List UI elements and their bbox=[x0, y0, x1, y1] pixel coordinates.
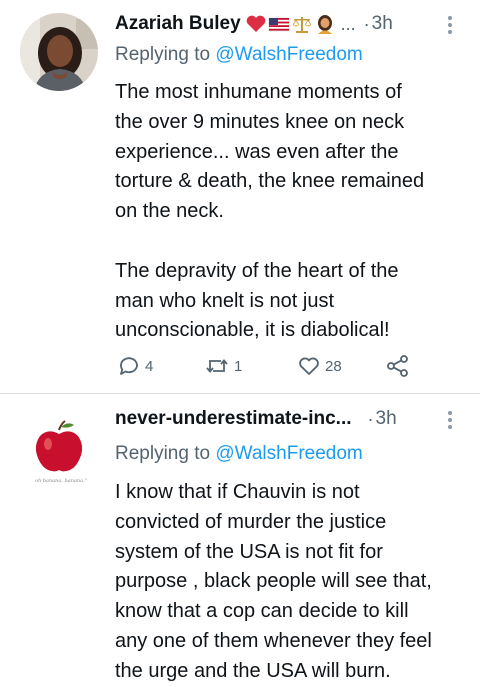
tweet-header: Azariah Buley ... · 3h bbox=[115, 10, 466, 38]
replying-to: Replying to @WalshFreedom bbox=[115, 443, 363, 465]
heart-icon bbox=[299, 357, 319, 375]
tweet-text: The most inhumane moments of the over 9 … bbox=[115, 81, 425, 342]
tweet-text: I know that if Chauvin is not convicted … bbox=[115, 481, 432, 682]
replying-to-handle[interactable]: @WalshFreedom bbox=[215, 443, 362, 464]
separator-dot: · bbox=[367, 408, 374, 429]
author-avatar[interactable] bbox=[20, 13, 98, 91]
timestamp[interactable]: 3h bbox=[372, 13, 393, 35]
reply-button[interactable]: 4 bbox=[117, 351, 153, 381]
timestamp[interactable]: 3h bbox=[376, 408, 397, 430]
replying-to: Replying to @WalshFreedom bbox=[115, 44, 363, 66]
heart-emoji-icon bbox=[246, 15, 265, 32]
reply-icon bbox=[120, 357, 138, 375]
share-icon bbox=[387, 355, 408, 377]
separator-dot: · bbox=[363, 13, 370, 34]
name-emojis bbox=[245, 14, 336, 34]
replying-to-label: Replying to bbox=[115, 443, 216, 464]
author-name[interactable]: never-underestimate-inc... bbox=[115, 408, 352, 430]
author-name[interactable]: Azariah Buley bbox=[115, 13, 241, 35]
more-options-icon[interactable] bbox=[440, 407, 460, 433]
avatar-caption: oh banana, banana," bbox=[34, 478, 88, 484]
retweet-button[interactable]: 1 bbox=[204, 351, 242, 381]
like-button[interactable]: 28 bbox=[297, 351, 342, 381]
tweet-actions: 4 1 28 bbox=[117, 351, 447, 381]
balance-scale-icon bbox=[292, 17, 311, 33]
more-options-icon[interactable] bbox=[440, 12, 460, 38]
replying-to-label: Replying to bbox=[115, 44, 216, 65]
tweet-1[interactable]: Azariah Buley ... · 3h Replying to @Wals… bbox=[0, 0, 480, 393]
reply-count: 4 bbox=[145, 357, 154, 375]
name-ellipsis: ... bbox=[340, 13, 356, 34]
retweet-count: 1 bbox=[234, 357, 243, 375]
tweet-2[interactable]: oh banana, banana," never-underestimate-… bbox=[0, 394, 480, 682]
woman-icon bbox=[317, 15, 332, 34]
us-flag-icon bbox=[268, 17, 289, 32]
replying-to-handle[interactable]: @WalshFreedom bbox=[215, 44, 362, 65]
share-button[interactable] bbox=[385, 351, 411, 381]
tweet-header: never-underestimate-inc... · 3h bbox=[115, 405, 466, 433]
like-count: 28 bbox=[325, 357, 342, 375]
retweet-icon bbox=[206, 359, 228, 373]
